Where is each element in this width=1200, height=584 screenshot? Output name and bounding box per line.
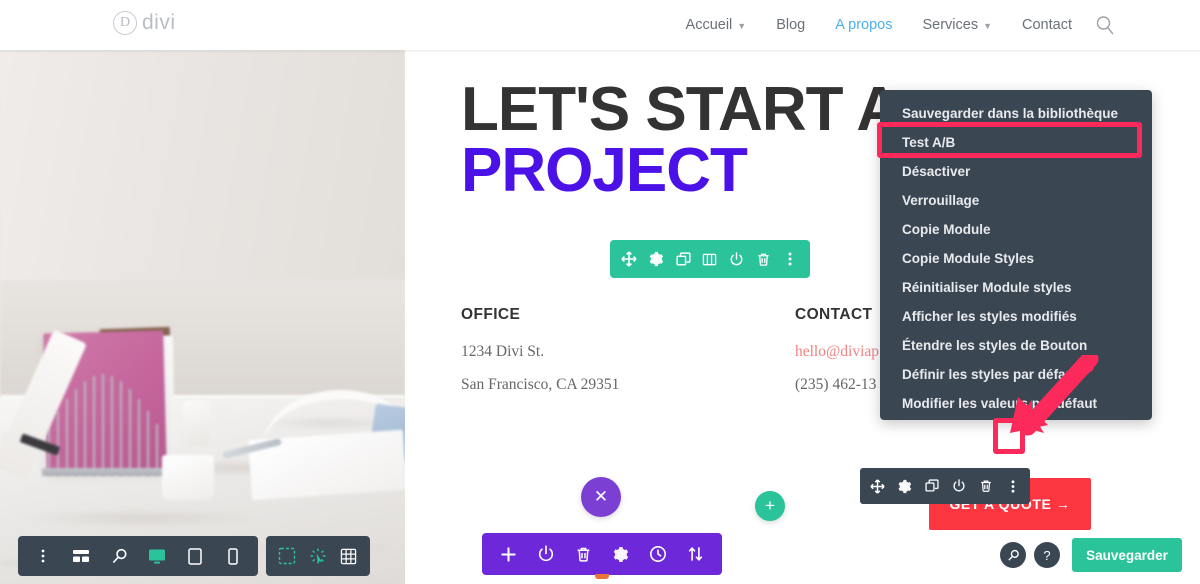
search-icon[interactable] <box>1000 542 1026 568</box>
menu-item-define-default-styles[interactable]: Définir les styles par défaut <box>880 360 1152 389</box>
gear-icon[interactable] <box>646 249 666 269</box>
portability-icon[interactable] <box>684 543 706 565</box>
nav-label: Accueil <box>685 17 733 33</box>
gear-icon[interactable] <box>610 543 632 565</box>
duplicate-icon[interactable] <box>923 477 941 495</box>
nav-label: Blog <box>776 17 806 33</box>
hero-image <box>0 50 405 584</box>
search-icon[interactable] <box>1094 14 1116 36</box>
kebab-icon[interactable] <box>1004 477 1022 495</box>
divi-logo-text: divi <box>142 11 176 34</box>
help-icon[interactable]: ? <box>1034 542 1060 568</box>
kebab-icon[interactable] <box>780 249 800 269</box>
chevron-down-icon: ▼ <box>983 21 993 31</box>
page-toolbar-pointer <box>595 574 609 579</box>
click-mode-icon[interactable] <box>308 546 328 566</box>
contact-phone: (235) 462-13 <box>795 376 877 393</box>
history-icon[interactable] <box>647 543 669 565</box>
phone-icon[interactable] <box>223 546 243 566</box>
columns-icon[interactable] <box>700 249 720 269</box>
page-settings-toolbar[interactable] <box>482 533 722 575</box>
close-section-button[interactable]: ✕ <box>581 477 621 517</box>
headline-line-1: LET'S START A <box>461 75 901 144</box>
add-section-button[interactable]: + <box>755 491 785 521</box>
kebab-icon[interactable] <box>33 546 53 566</box>
trash-icon[interactable] <box>754 249 774 269</box>
gear-icon[interactable] <box>896 477 914 495</box>
plus-icon[interactable] <box>498 543 520 565</box>
nav-label: Contact <box>1022 17 1072 33</box>
tablet-icon[interactable] <box>185 546 205 566</box>
hover-mode-icon[interactable] <box>277 546 297 566</box>
zoom-icon[interactable] <box>109 546 129 566</box>
module-context-menu[interactable]: Sauvegarder dans la bibliothèque Test A/… <box>880 90 1152 420</box>
power-icon[interactable] <box>950 477 968 495</box>
nav-label: Services <box>922 17 979 33</box>
module-toolbar[interactable] <box>610 240 810 278</box>
menu-item-ab-test[interactable]: Test A/B <box>880 128 1152 157</box>
main-navigation[interactable]: Accueil ▼ Blog A propos Services ▼ Conta… <box>686 0 1072 50</box>
footer-help-cluster[interactable]: ? <box>1000 542 1060 568</box>
divi-logo[interactable]: D divi <box>113 11 176 35</box>
grid-mode-icon[interactable] <box>339 546 359 566</box>
office-address-line-1: 1234 Divi St. <box>461 343 545 360</box>
menu-item-edit-default-values[interactable]: Modifier les valeurs par défaut <box>880 389 1152 418</box>
wireframe-icon[interactable] <box>71 546 91 566</box>
move-icon[interactable] <box>619 249 639 269</box>
nav-item-blog[interactable]: Blog <box>776 17 805 33</box>
move-icon[interactable] <box>869 477 887 495</box>
menu-item-reset-module-styles[interactable]: Réinitialiser Module styles <box>880 273 1152 302</box>
office-address-line-2: San Francisco, CA 29351 <box>461 376 620 393</box>
nav-item-services[interactable]: Services ▼ <box>922 17 992 33</box>
trash-icon[interactable] <box>572 543 594 565</box>
menu-item-copy-module-styles[interactable]: Copie Module Styles <box>880 244 1152 273</box>
menu-item-copy-module[interactable]: Copie Module <box>880 215 1152 244</box>
power-icon[interactable] <box>535 543 557 565</box>
trash-icon[interactable] <box>977 477 995 495</box>
viewport-toolbar[interactable] <box>18 536 258 576</box>
button-module-toolbar[interactable] <box>860 468 1030 504</box>
desktop-icon[interactable] <box>147 546 167 566</box>
divi-builder-screen: LET'S START A PROJECT OFFICE 1234 Divi S… <box>0 0 1200 584</box>
contact-column-title: CONTACT <box>795 306 873 323</box>
menu-item-extend-button-styles[interactable]: Étendre les styles de Bouton <box>880 331 1152 360</box>
office-column-title: OFFICE <box>461 306 521 323</box>
nav-item-a-propos[interactable]: A propos <box>835 17 892 33</box>
save-button[interactable]: Sauvegarder <box>1072 538 1182 572</box>
nav-label: A propos <box>835 17 893 33</box>
contact-email[interactable]: hello@diviap <box>795 343 879 361</box>
divi-logo-mark: D <box>113 11 137 35</box>
menu-item-save-to-library[interactable]: Sauvegarder dans la bibliothèque <box>880 99 1152 128</box>
interaction-mode-toolbar[interactable] <box>266 536 370 576</box>
power-icon[interactable] <box>727 249 747 269</box>
menu-item-lock[interactable]: Verrouillage <box>880 186 1152 215</box>
nav-item-accueil[interactable]: Accueil ▼ <box>686 17 747 33</box>
duplicate-icon[interactable] <box>673 249 693 269</box>
menu-item-show-modified-styles[interactable]: Afficher les styles modifiés <box>880 302 1152 331</box>
site-header: D divi Accueil ▼ Blog A propos Services … <box>0 0 1200 50</box>
chevron-down-icon: ▼ <box>737 21 747 31</box>
nav-item-contact[interactable]: Contact <box>1022 17 1072 33</box>
menu-item-disable[interactable]: Désactiver <box>880 157 1152 186</box>
